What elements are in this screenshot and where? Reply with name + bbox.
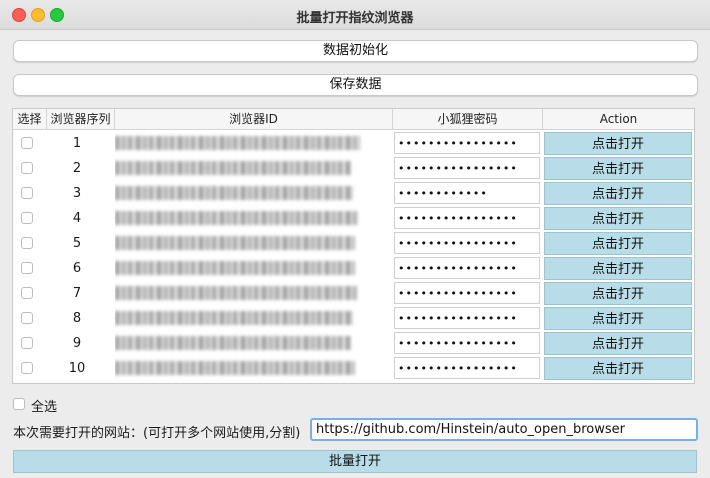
header-password: 小狐狸密码 xyxy=(393,109,543,130)
select-all-label: 全选 xyxy=(31,400,58,415)
row-checkbox[interactable] xyxy=(21,262,33,274)
browser-id-redacted xyxy=(115,357,365,379)
table-row: 9 •••••••••••••••• 点击打开 xyxy=(13,331,694,356)
browser-id-redacted xyxy=(115,232,365,254)
table-row: 10 •••••••••••••••• 点击打开 xyxy=(13,356,694,381)
window-title: 批量打开指纹浏览器 xyxy=(296,11,414,26)
table-row: 2 •••••••••••••••• 点击打开 xyxy=(13,156,694,181)
browser-id-redacted xyxy=(115,307,365,329)
password-field[interactable]: •••••••••••••••• xyxy=(394,132,540,154)
password-field[interactable]: •••••••••••••••• xyxy=(394,307,540,329)
password-field[interactable]: •••••••••••• xyxy=(394,182,540,204)
open-browser-button[interactable]: 点击打开 xyxy=(544,182,692,205)
browser-id-redacted xyxy=(115,257,365,279)
row-index: 9 xyxy=(72,336,82,351)
row-index: 2 xyxy=(72,161,82,176)
bulk-open-button[interactable]: 批量打开 xyxy=(13,450,697,473)
table-row: 5 •••••••••••••••• 点击打开 xyxy=(13,231,694,256)
password-field[interactable]: •••••••••••••••• xyxy=(394,257,540,279)
header-action: Action xyxy=(543,109,694,130)
row-checkbox[interactable] xyxy=(21,162,33,174)
row-index: 7 xyxy=(72,286,82,301)
url-input[interactable] xyxy=(310,418,698,441)
browser-id-redacted xyxy=(115,332,365,354)
row-index: 10 xyxy=(68,361,86,376)
browser-id-redacted xyxy=(115,132,365,154)
row-checkbox[interactable] xyxy=(21,287,33,299)
browser-table: 选择 浏览器序列 浏览器ID 小狐狸密码 Action 1 •••••••••••… xyxy=(12,108,695,384)
password-field[interactable]: •••••••••••••••• xyxy=(394,332,540,354)
open-browser-button[interactable]: 点击打开 xyxy=(544,132,692,155)
open-browser-button[interactable]: 点击打开 xyxy=(544,332,692,355)
open-browser-button[interactable]: 点击打开 xyxy=(544,232,692,255)
open-browser-button[interactable]: 点击打开 xyxy=(544,357,692,380)
browser-id-redacted xyxy=(115,157,365,179)
row-checkbox[interactable] xyxy=(21,137,33,149)
header-index: 浏览器序列 xyxy=(47,109,115,130)
password-field[interactable]: •••••••••••••••• xyxy=(394,232,540,254)
open-browser-button[interactable]: 点击打开 xyxy=(544,307,692,330)
row-index: 1 xyxy=(72,136,82,151)
row-index: 6 xyxy=(72,261,82,276)
row-index: 8 xyxy=(72,311,82,326)
row-checkbox[interactable] xyxy=(21,312,33,324)
title-bar: 批量打开指纹浏览器 xyxy=(0,0,710,30)
table-row: 4 •••••••••••••••• 点击打开 xyxy=(13,206,694,231)
password-field[interactable]: •••••••••••••••• xyxy=(394,207,540,229)
row-index: 3 xyxy=(72,186,82,201)
row-checkbox[interactable] xyxy=(21,187,33,199)
row-checkbox[interactable] xyxy=(21,337,33,349)
row-checkbox[interactable] xyxy=(21,212,33,224)
row-checkbox[interactable] xyxy=(21,237,33,249)
table-row: 3 •••••••••••• 点击打开 xyxy=(13,181,694,206)
url-label: 本次需要打开的网站：(可打开多个网站使用,分割) xyxy=(13,426,301,441)
password-field[interactable]: •••••••••••••••• xyxy=(394,282,540,304)
open-browser-button[interactable]: 点击打开 xyxy=(544,157,692,180)
open-browser-button[interactable]: 点击打开 xyxy=(544,257,692,280)
select-all-checkbox[interactable] xyxy=(13,398,25,410)
browser-id-redacted xyxy=(115,282,365,304)
open-browser-button[interactable]: 点击打开 xyxy=(544,282,692,305)
open-browser-button[interactable]: 点击打开 xyxy=(544,207,692,230)
browser-id-redacted xyxy=(115,207,365,229)
row-checkbox[interactable] xyxy=(21,362,33,374)
password-field[interactable]: •••••••••••••••• xyxy=(394,157,540,179)
save-data-button[interactable]: 保存数据 xyxy=(13,74,698,96)
table-row: 7 •••••••••••••••• 点击打开 xyxy=(13,281,694,306)
password-field[interactable]: •••••••••••••••• xyxy=(394,357,540,379)
table-row: 1 •••••••••••••••• 点击打开 xyxy=(13,131,694,156)
table-row: 6 •••••••••••••••• 点击打开 xyxy=(13,256,694,281)
header-browser-id: 浏览器ID xyxy=(115,109,393,130)
init-data-button[interactable]: 数据初始化 xyxy=(13,40,698,62)
table-row: 8 •••••••••••••••• 点击打开 xyxy=(13,306,694,331)
browser-id-redacted xyxy=(115,182,365,204)
row-index: 5 xyxy=(72,236,82,251)
header-select: 选择 xyxy=(13,109,47,130)
row-index: 4 xyxy=(72,211,82,226)
